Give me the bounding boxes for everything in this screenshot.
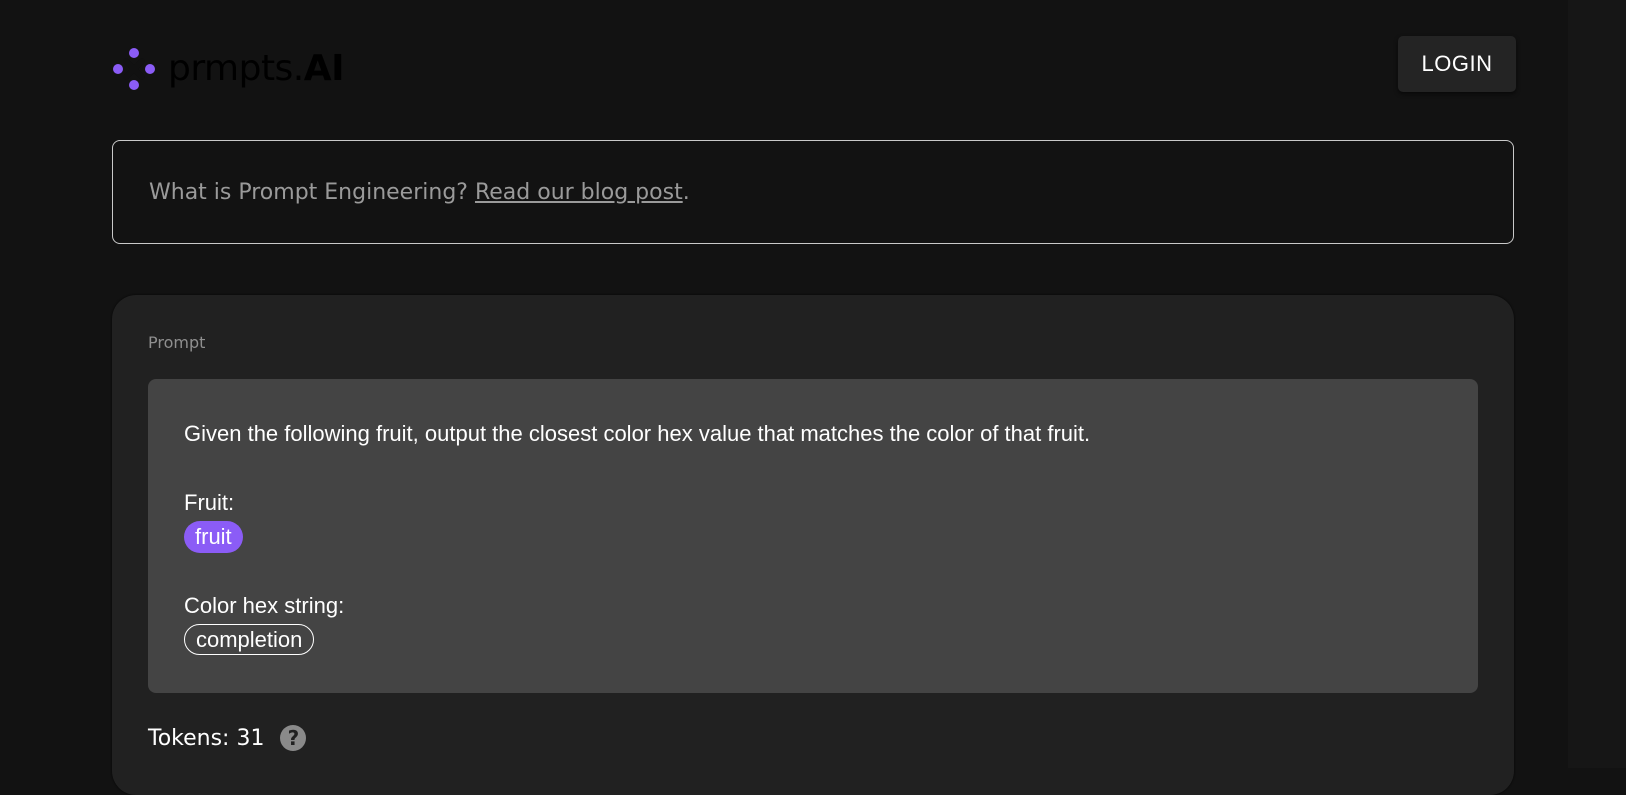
logo-text-light: prmpts.	[168, 48, 304, 89]
prompt-instruction: Given the following fruit, output the cl…	[184, 421, 1091, 446]
fruit-label: Fruit:	[184, 490, 235, 515]
page-container: prmpts.AI LOGIN What is Prompt Engineeri…	[112, 0, 1516, 795]
banner-suffix: .	[682, 179, 690, 205]
completion-pill: completion	[184, 624, 315, 655]
hex-label: Color hex string:	[184, 593, 345, 618]
help-icon[interactable]: ?	[280, 725, 307, 751]
logo-mark-icon	[113, 48, 155, 90]
token-count: Tokens: 31 ?	[148, 725, 307, 751]
prompt-box: Given the following fruit, output the cl…	[148, 379, 1478, 693]
banner-text: What is Prompt Engineering?	[149, 179, 468, 205]
prompt-card: Prompt Given the following fruit, output…	[112, 295, 1514, 795]
logo-text: prmpts.AI	[168, 47, 345, 91]
token-count-text: Tokens: 31	[148, 725, 265, 751]
prompt-label: Prompt	[148, 333, 206, 352]
info-banner: What is Prompt Engineering? Read our blo…	[112, 140, 1514, 244]
login-button[interactable]: LOGIN	[1398, 36, 1516, 92]
blog-post-link[interactable]: Read our blog post	[475, 180, 683, 205]
header: prmpts.AI LOGIN	[112, 0, 1516, 135]
page-scrollbar[interactable]	[1568, 0, 1626, 768]
logo-text-bold: AI	[303, 48, 345, 89]
fruit-variable-pill[interactable]: fruit	[184, 521, 243, 553]
logo[interactable]: prmpts.AI	[112, 47, 345, 91]
